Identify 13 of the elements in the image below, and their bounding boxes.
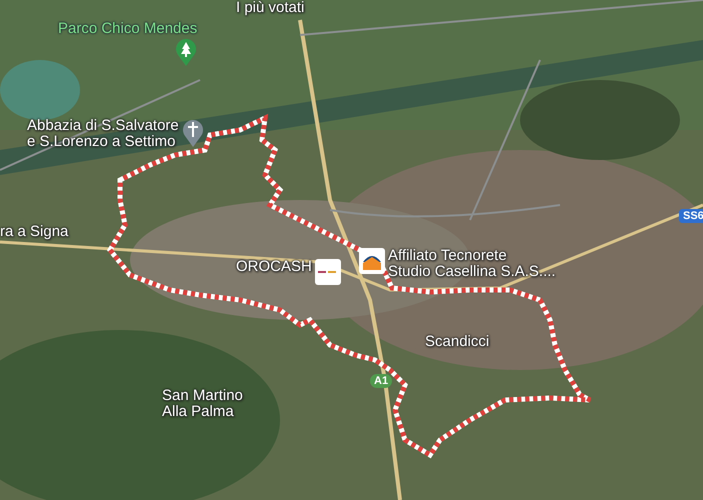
house-logo-icon[interactable]: [359, 248, 385, 274]
map-place-label[interactable]: San Martino Alla Palma: [162, 388, 243, 420]
road-number-label: A1: [370, 374, 392, 388]
tree-pin-icon[interactable]: [175, 37, 198, 67]
map-place-label[interactable]: Abbazia di S.Salvatore e S.Lorenzo a Settimo: [27, 118, 179, 150]
map-place-label[interactable]: Scandicci: [425, 334, 490, 350]
shop-logo-icon[interactable]: [314, 259, 341, 285]
road-number-label: SS6: [679, 209, 703, 223]
map-place-label[interactable]: OROCASH: [236, 259, 312, 275]
map-place-label[interactable]: I più votati: [236, 0, 304, 16]
map-place-label[interactable]: Parco Chico Mendes: [58, 21, 198, 37]
map-place-label[interactable]: ra a Signa: [0, 224, 68, 240]
cross-pin-icon[interactable]: [182, 118, 204, 148]
